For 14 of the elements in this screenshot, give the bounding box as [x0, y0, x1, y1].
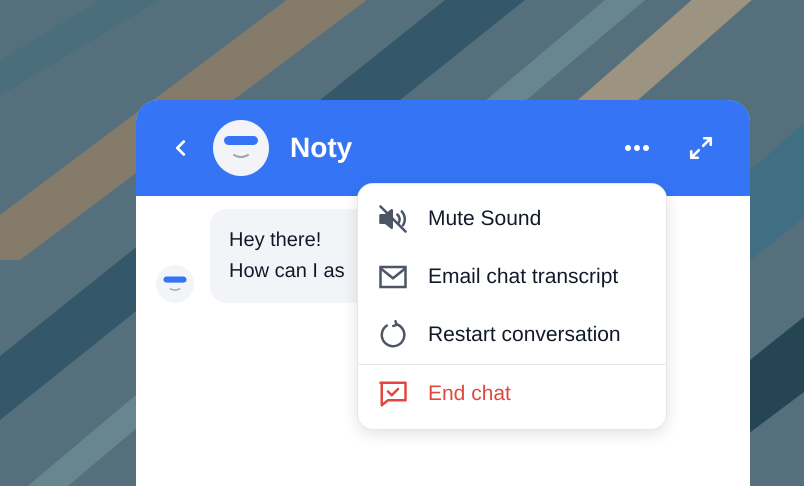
menu-item[interactable]: Restart conversation — [358, 306, 666, 364]
muted-speaker-icon — [378, 204, 408, 234]
message-text: Hey there! — [229, 228, 322, 253]
menu-item[interactable]: End chat — [358, 365, 666, 423]
message-text: How can I as — [229, 259, 345, 284]
restart-icon — [378, 320, 408, 350]
chat-check-icon — [378, 379, 408, 409]
more-dots-icon — [624, 144, 650, 152]
window-title: Noty — [290, 131, 352, 165]
bot-avatar — [213, 120, 269, 176]
menu-item[interactable]: Email chat transcript — [358, 248, 666, 306]
expand-icon — [688, 135, 714, 161]
menu-item[interactable]: Mute Sound — [358, 190, 666, 248]
bot-avatar — [156, 265, 194, 303]
